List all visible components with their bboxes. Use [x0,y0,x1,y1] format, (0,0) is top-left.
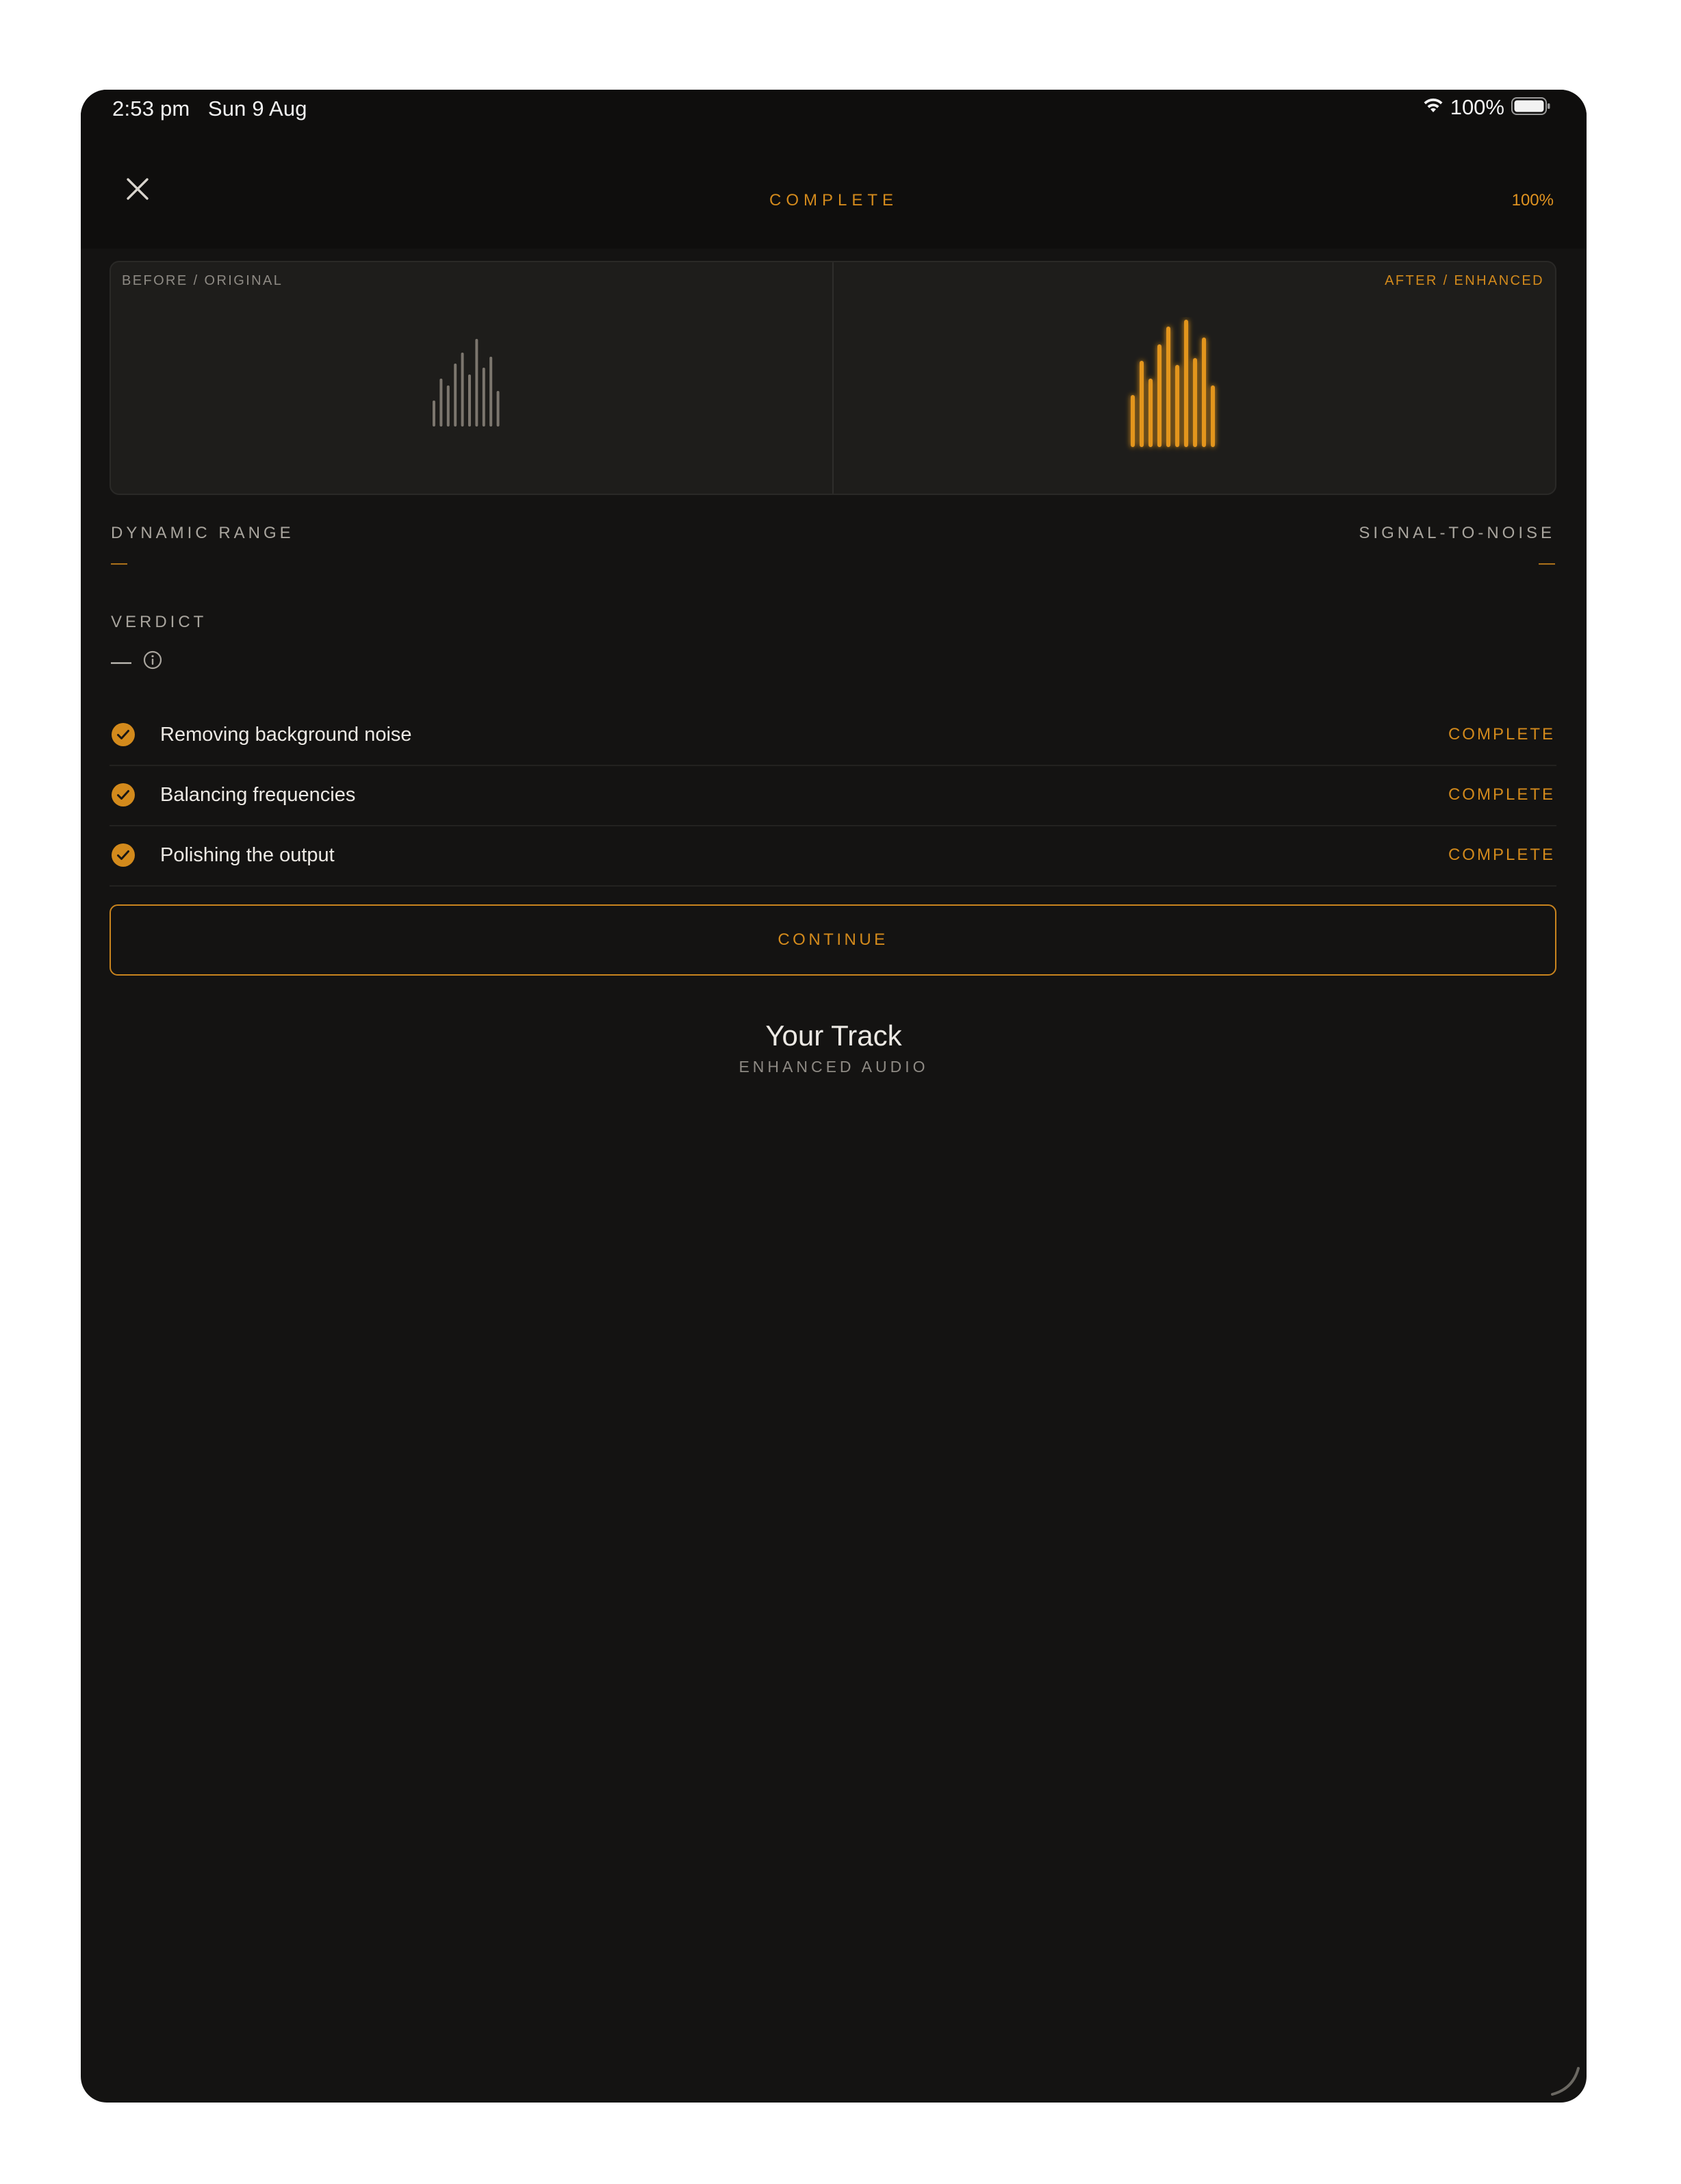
dynamic-range-value: — [111,554,127,572]
step-label: Balancing frequencies [160,784,356,806]
after-waveform-bar [1157,344,1162,447]
before-waveform-bar [454,364,457,427]
list-item: Polishing the output COMPLETE [110,826,1556,887]
before-waveform-bar [433,401,435,427]
before-waveform-bar [446,385,450,427]
continue-button[interactable]: CONTINUE [110,904,1556,976]
before-waveform-bar [475,339,478,427]
step-status: COMPLETE [1448,725,1555,744]
check-circle-icon [112,723,135,746]
comparison-divider [832,262,834,494]
verdict-label: VERDICT [111,613,207,631]
after-waveform-bar [1149,379,1153,447]
step-status: COMPLETE [1448,846,1555,864]
after-waveform-bar [1166,327,1170,447]
after-waveform-bar [1184,320,1188,447]
page-title: COMPLETE [769,191,899,209]
after-label: AFTER / ENHANCED [1385,273,1544,288]
after-waveform-bar [1202,338,1206,447]
after-waveform [1131,320,1215,447]
before-waveform-bar [489,357,493,427]
after-waveform-bar [1140,361,1144,447]
verdict-value: — [111,650,131,673]
track-title: Your Track [765,1019,902,1052]
check-circle-icon [112,783,135,807]
header-bar: COMPLETE 100% [81,155,1587,249]
verdict-value-row: — [111,650,163,674]
status-right: 100% [1423,95,1551,120]
after-waveform-bar [1211,385,1215,447]
battery-percentage: 100% [1450,95,1504,119]
step-status: COMPLETE [1448,785,1555,804]
step-label: Polishing the output [160,844,335,866]
signal-to-noise-label: SIGNAL-TO-NOISE [1359,524,1555,542]
before-waveform [433,339,500,427]
before-waveform-bar [461,353,464,427]
list-item: Balancing frequencies COMPLETE [110,766,1556,826]
signal-to-noise-value: — [1539,554,1555,572]
before-waveform-bar [482,368,485,427]
before-waveform-bar [468,374,471,427]
after-waveform-bar [1193,358,1197,447]
after-waveform-bar [1175,365,1179,447]
status-bar: 2:53 pm Sun 9 Aug 100% [81,90,1587,155]
before-label: BEFORE / ORIGINAL [122,273,283,288]
list-item: Removing background noise COMPLETE [110,706,1556,766]
battery-icon [1511,97,1551,119]
status-time-date: 2:53 pm Sun 9 Aug [112,97,307,120]
wifi-icon [1423,98,1443,118]
info-icon[interactable] [142,650,163,674]
before-after-comparison: BEFORE / ORIGINAL AFTER / ENHANCED [110,261,1556,495]
before-waveform-bar [439,379,443,427]
track-subtitle: ENHANCED AUDIO [739,1058,929,1076]
check-circle-icon [112,843,135,867]
resize-handle-icon [1551,2067,1580,2096]
progress-percentage: 100% [1511,191,1554,209]
before-waveform-bar [496,391,500,427]
processing-steps-list: Removing background noise COMPLETE Balan… [110,706,1556,887]
dynamic-range-label: DYNAMIC RANGE [111,524,294,542]
app-window: 2:53 pm Sun 9 Aug 100% COMPLETE 100% BEF… [81,90,1587,2103]
after-waveform-bar [1131,395,1135,447]
step-label: Removing background noise [160,724,412,746]
